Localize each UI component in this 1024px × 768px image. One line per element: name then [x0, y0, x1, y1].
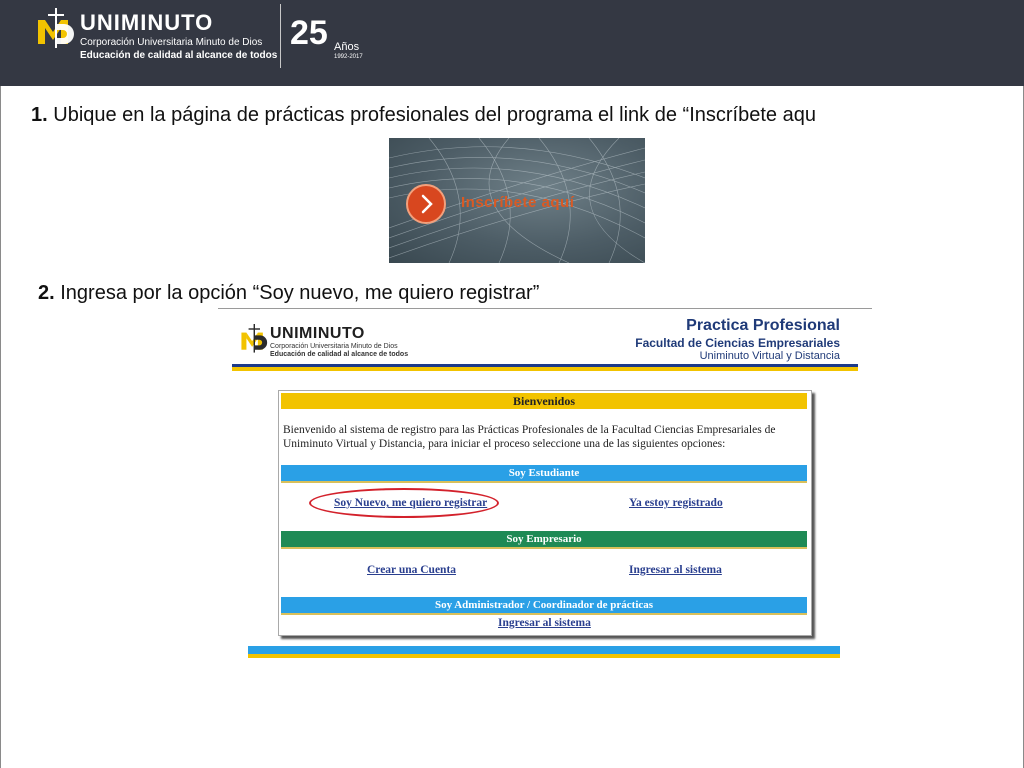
screenshot-brand-slogan: Educación de calidad al alcance de todos [270, 351, 409, 358]
campus-subtitle: Uniminuto Virtual y Distancia [699, 350, 840, 362]
employer-login-link[interactable]: Ingresar al sistema [629, 564, 722, 576]
student-section-header: Soy Estudiante [281, 465, 807, 481]
step-1-number: 1. [31, 104, 48, 126]
admin-login-link[interactable]: Ingresar al sistema [498, 617, 591, 629]
welcome-text: Bienvenido al sistema de registro para l… [283, 424, 776, 450]
screenshot-top-border [218, 308, 872, 309]
anniversary-number: 25 [290, 14, 328, 52]
header-divider [280, 4, 281, 68]
brand-name: UNIMINUTO [80, 10, 214, 35]
admin-section-header: Soy Administrador / Coordinador de práct… [281, 597, 807, 613]
brand-slogan: Educación de calidad al alcance de todos [80, 50, 278, 61]
screenshot-brand-subtitle: Corporación Universitaria Minuto de Dios [270, 343, 398, 350]
practica-title: Practica Profesional [686, 317, 840, 334]
footer-stripe-yellow [248, 654, 840, 658]
header-stripe-yellow [232, 367, 858, 371]
banner-arrow-button[interactable] [406, 184, 446, 224]
already-registered-link[interactable]: Ya estoy registrado [629, 497, 723, 509]
banner-label[interactable]: Inscríbete aquí [461, 194, 574, 211]
step-2-text: Ingresa por la opción “Soy nuevo, me qui… [60, 282, 540, 304]
welcome-panel: Bienvenidos Bienvenido al sistema de reg… [278, 390, 812, 636]
welcome-header: Bienvenidos [281, 393, 807, 409]
step-2-number: 2. [38, 282, 55, 304]
brand-subtitle: Corporación Universitaria Minuto de Dios [80, 37, 263, 48]
anniversary-word: Años [334, 41, 360, 53]
faculty-subtitle: Facultad de Ciencias Empresariales [635, 336, 840, 350]
frame-left-line [0, 86, 1, 768]
step-1-text: Ubique en la página de prácticas profesi… [53, 104, 816, 126]
inscribete-banner[interactable]: Inscríbete aquí [389, 138, 645, 263]
employer-section-header: Soy Empresario [281, 531, 807, 547]
new-student-register-link[interactable]: Soy Nuevo, me quiero registrar [334, 497, 487, 509]
footer-stripe-blue [248, 646, 840, 654]
chevron-right-icon [421, 194, 433, 214]
step-2-instruction: 2. Ingresa por la opción “Soy nuevo, me … [38, 282, 539, 305]
anniversary-years: 1992-2017 [334, 54, 363, 60]
screenshot-brand-name: UNIMINUTO [270, 325, 365, 342]
slide-header: UNIMINUTO Corporación Universitaria Minu… [0, 0, 1024, 86]
uniminuto-md-logo [38, 8, 74, 48]
uniminuto-md-logo-small [241, 324, 268, 353]
create-account-link[interactable]: Crear una Cuenta [367, 564, 456, 576]
registration-screenshot: UNIMINUTO Corporación Universitaria Minu… [218, 308, 872, 664]
step-1-instruction: 1. Ubique en la página de prácticas prof… [31, 104, 1024, 127]
